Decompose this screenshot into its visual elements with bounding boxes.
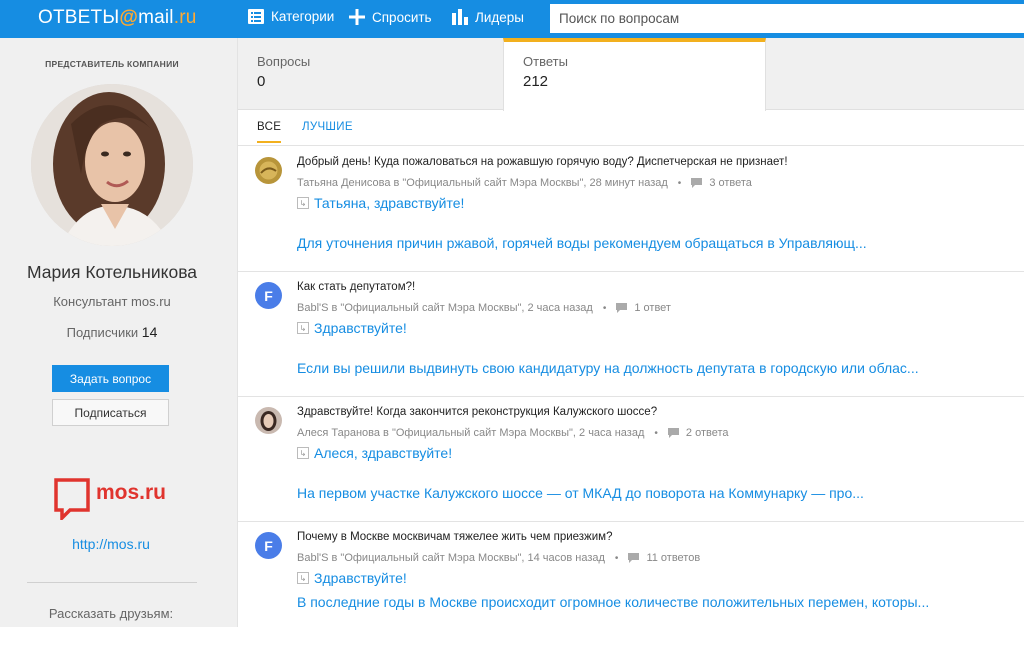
answer-preview[interactable]: Если вы решили выдвинуть свою кандидатур… xyxy=(297,360,919,376)
speech-bubble-icon xyxy=(54,478,90,525)
subscribers-number: 14 xyxy=(141,324,158,340)
answers-count: 212 xyxy=(523,73,549,90)
sidebar-divider xyxy=(27,582,197,583)
subscribers-count: Подписчики 14 xyxy=(0,324,224,340)
nav-ask[interactable]: Спросить xyxy=(349,9,432,25)
tab-answers-stat[interactable]: Ответы 212 xyxy=(503,38,766,111)
reply-arrow-icon: ↳ xyxy=(297,572,309,584)
subscribers-label: Подписчики xyxy=(66,325,139,340)
ask-question-button[interactable]: Задать вопрос xyxy=(52,365,169,392)
profile-role: Консультант mos.ru xyxy=(53,294,171,309)
question-author-info[interactable]: Татьяна Денисова в "Официальный сайт Мэр… xyxy=(297,177,668,189)
question-title[interactable]: Как стать депутатом?! xyxy=(297,281,415,293)
comment-icon xyxy=(616,303,628,313)
nav-categories[interactable]: Категории xyxy=(248,9,334,24)
reply-preview[interactable]: ↳ Здравствуйте! xyxy=(297,320,407,336)
site-logo[interactable]: ОТВЕТЫ@mail.ru xyxy=(38,7,197,29)
question-meta: Татьяна Денисова в "Официальный сайт Мэр… xyxy=(297,177,752,189)
bar-chart-icon xyxy=(452,9,468,25)
reply-text: Здравствуйте! xyxy=(314,320,407,336)
subscribe-button[interactable]: Подписаться xyxy=(52,399,169,426)
reply-text: Здравствуйте! xyxy=(314,570,407,586)
question-title[interactable]: Здравствуйте! Когда закончится реконстру… xyxy=(297,406,657,418)
reply-preview[interactable]: ↳ Алеся, здравствуйте! xyxy=(297,445,452,461)
question-item: Здравствуйте! Когда закончится реконстру… xyxy=(238,397,1024,522)
author-avatar[interactable] xyxy=(255,407,282,434)
question-meta: Алеся Таранова в "Официальный сайт Мэра … xyxy=(297,427,729,439)
profile-avatar[interactable] xyxy=(31,84,193,246)
meta-separator: • xyxy=(654,427,658,439)
answers-count-label[interactable]: 1 ответ xyxy=(634,302,671,314)
questions-label: Вопросы xyxy=(257,54,311,69)
nav-leaders[interactable]: Лидеры xyxy=(452,9,524,25)
reply-preview[interactable]: ↳ Татьяна, здравствуйте! xyxy=(297,195,464,211)
question-author-info[interactable]: Алеся Таранова в "Официальный сайт Мэра … xyxy=(297,427,644,439)
author-avatar[interactable]: F xyxy=(255,282,282,309)
main-content: Вопросы 0 Ответы 212 ВСЕ ЛУЧШИЕ Добрый д… xyxy=(238,38,1024,627)
author-avatar[interactable]: F xyxy=(255,532,282,559)
question-author-info[interactable]: Babl'S в "Официальный сайт Мэра Москвы",… xyxy=(297,302,593,314)
question-item: F Как стать депутатом?! Babl'S в "Официа… xyxy=(238,272,1024,397)
question-meta: Babl'S в "Официальный сайт Мэра Москвы",… xyxy=(297,302,671,314)
question-title[interactable]: Почему в Москве москвичам тяжелее жить ч… xyxy=(297,531,612,543)
reply-arrow-icon: ↳ xyxy=(297,447,309,459)
filter-tabs: ВСЕ ЛУЧШИЕ xyxy=(238,110,1024,146)
answers-label: Ответы xyxy=(523,54,568,69)
meta-separator: • xyxy=(614,552,619,564)
share-label: Рассказать друзьям: xyxy=(48,606,174,621)
questions-count: 0 xyxy=(257,73,266,90)
question-item: F Почему в Москве москвичам тяжелее жить… xyxy=(238,522,1024,647)
reply-arrow-icon: ↳ xyxy=(297,322,309,334)
nav-ask-label: Спросить xyxy=(372,9,432,25)
tab-best[interactable]: ЛУЧШИЕ xyxy=(302,121,353,133)
question-author-info[interactable]: Babl'S в "Официальный сайт Мэра Москвы",… xyxy=(297,552,605,564)
answer-preview[interactable]: В последние годы в Москве происходит огр… xyxy=(297,594,929,610)
answer-preview[interactable]: На первом участке Калужского шоссе — от … xyxy=(297,485,864,501)
comment-icon xyxy=(628,553,640,563)
company-link[interactable]: http://mos.ru xyxy=(0,536,222,552)
nav-categories-label: Категории xyxy=(271,9,335,24)
question-title[interactable]: Добрый день! Куда пожаловаться на рожавш… xyxy=(297,156,788,168)
tab-questions-stat[interactable]: Вопросы 0 xyxy=(238,38,503,110)
stats-bar: Вопросы 0 Ответы 212 xyxy=(238,38,1024,111)
meta-separator: • xyxy=(677,177,682,189)
answers-count-label[interactable]: 11 ответов xyxy=(646,552,700,564)
question-meta: Babl'S в "Официальный сайт Мэра Москвы",… xyxy=(297,552,700,564)
tab-all[interactable]: ВСЕ xyxy=(257,121,282,143)
logo-text-ru: ru xyxy=(179,7,197,28)
question-item: Добрый день! Куда пожаловаться на рожавш… xyxy=(238,147,1024,272)
answer-preview[interactable]: Для уточнения причин ржавой, горячей вод… xyxy=(297,235,867,251)
logo-at: @ xyxy=(119,7,139,28)
reply-text: Алеся, здравствуйте! xyxy=(314,445,453,461)
profile-name: Мария Котельникова xyxy=(26,262,198,282)
nav-leaders-label: Лидеры xyxy=(475,9,524,25)
reply-text: Татьяна, здравствуйте! xyxy=(314,195,465,211)
logo-text-main: ОТВЕТЫ xyxy=(38,7,120,28)
logo-text-mail: mail xyxy=(138,7,174,28)
meta-separator: • xyxy=(602,302,607,314)
top-header: ОТВЕТЫ@mail.ru Категории Спросить Лидеры xyxy=(0,0,1024,38)
answers-count-label[interactable]: 3 ответа xyxy=(709,177,752,189)
reply-arrow-icon: ↳ xyxy=(297,197,309,209)
question-list: Добрый день! Куда пожаловаться на рожавш… xyxy=(238,147,1024,647)
reply-preview[interactable]: ↳ Здравствуйте! xyxy=(297,570,407,586)
company-rep-label: ПРЕДСТАВИТЕЛЬ КОМПАНИИ xyxy=(45,59,179,69)
answers-count-label[interactable]: 2 ответа xyxy=(686,427,729,439)
comment-icon xyxy=(691,178,703,188)
author-avatar[interactable] xyxy=(255,157,282,184)
comment-icon xyxy=(667,428,679,438)
mos-ru-logo-text: mos.ru xyxy=(96,481,167,504)
mos-ru-logo[interactable]: mos.ru xyxy=(54,478,166,525)
list-icon xyxy=(248,9,264,24)
search-input[interactable] xyxy=(550,4,1024,33)
plus-icon xyxy=(349,9,365,25)
profile-sidebar: ПРЕДСТАВИТЕЛЬ КОМПАНИИ Мария Котельников… xyxy=(0,38,238,627)
